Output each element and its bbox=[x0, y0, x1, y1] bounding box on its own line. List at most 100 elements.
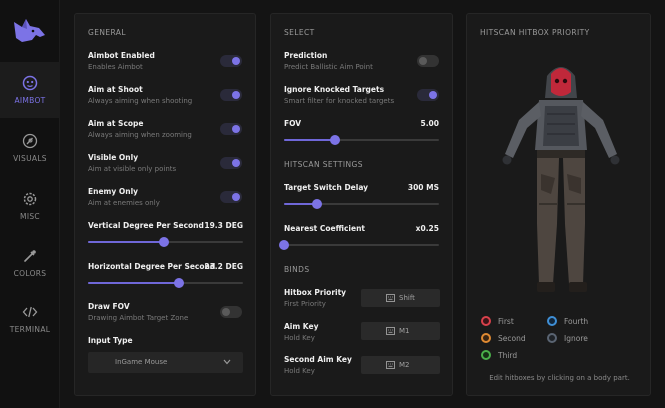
keyboard-icon bbox=[386, 327, 395, 335]
nav-label-aimbot: AIMBOT bbox=[14, 96, 46, 105]
ignore-knocked-toggle[interactable] bbox=[417, 89, 439, 101]
legend-dot bbox=[547, 333, 557, 343]
hitbox-panel: HITSCAN HITBOX PRIORITY First Fourth Sec… bbox=[466, 13, 651, 396]
nav-aimbot[interactable]: AIMBOT bbox=[0, 62, 60, 118]
setting-visible-only: Visible Only Aim at visible only points bbox=[88, 153, 176, 173]
horizontal-degree-slider[interactable] bbox=[88, 278, 243, 288]
setting-subtitle: Aim at visible only points bbox=[88, 165, 177, 173]
target-switch-delay-label: Target Switch Delay bbox=[284, 183, 369, 192]
select-panel: SELECT Prediction Predict Ballistic Aim … bbox=[270, 13, 453, 396]
bind-aim-key: Aim Key Hold Key bbox=[284, 322, 318, 342]
legend-label: Third bbox=[498, 351, 518, 360]
fov-slider[interactable] bbox=[284, 135, 439, 145]
setting-prediction: Prediction Predict Ballistic Aim Point bbox=[284, 51, 373, 71]
eyedropper-icon bbox=[24, 250, 36, 262]
slider-thumb[interactable] bbox=[279, 240, 289, 250]
nav-label-misc: MISC bbox=[20, 212, 40, 221]
aimbot-face-icon bbox=[22, 75, 38, 91]
keyboard-icon bbox=[386, 361, 395, 369]
bind-title: Hitbox Priority bbox=[284, 288, 347, 297]
visuals-eye-icon bbox=[22, 133, 38, 149]
slider-fill bbox=[88, 241, 164, 243]
setting-subtitle: Predict Ballistic Aim Point bbox=[284, 63, 373, 71]
legend-dot bbox=[547, 316, 557, 326]
slider-thumb[interactable] bbox=[174, 278, 185, 288]
nearest-coefficient-value: x0.25 bbox=[415, 224, 439, 233]
setting-subtitle: Aim at enemies only bbox=[88, 199, 160, 207]
legend-label: First bbox=[498, 317, 514, 326]
nav-misc[interactable]: MISC bbox=[0, 178, 60, 234]
key-label: M2 bbox=[399, 361, 410, 369]
toggle-knob bbox=[232, 57, 240, 65]
prediction-toggle[interactable] bbox=[417, 55, 439, 67]
slider-thumb[interactable] bbox=[330, 135, 341, 145]
keyboard-icon bbox=[386, 294, 395, 302]
slider-fill bbox=[88, 282, 180, 284]
aim-at-scope-toggle[interactable] bbox=[220, 123, 242, 135]
setting-title: Draw FOV bbox=[88, 302, 130, 311]
toggle-knob bbox=[222, 308, 230, 316]
nav-colors[interactable]: COLORS bbox=[0, 235, 60, 291]
nav-label-terminal: TERMINAL bbox=[9, 325, 51, 334]
nav-terminal[interactable]: TERMINAL bbox=[0, 291, 60, 347]
soldier-model bbox=[502, 67, 620, 292]
visible-only-toggle[interactable] bbox=[220, 157, 242, 169]
input-type-dropdown[interactable]: InGame Mouse bbox=[88, 352, 243, 373]
fov-value: 5.00 bbox=[420, 119, 439, 128]
setting-aim-at-shoot: Aim at Shoot Always aiming when shooting bbox=[88, 85, 192, 105]
aim-at-shoot-toggle[interactable] bbox=[220, 89, 242, 101]
nearest-coefficient-label: Nearest Coefficient bbox=[284, 224, 366, 233]
aimbot-enabled-toggle[interactable] bbox=[220, 55, 242, 67]
input-type-label: Input Type bbox=[88, 336, 133, 345]
setting-subtitle: Enables Aimbot bbox=[88, 63, 143, 71]
legend-label: Ignore bbox=[564, 334, 588, 343]
toggle-knob bbox=[429, 91, 437, 99]
setting-title: Ignore Knocked Targets bbox=[284, 85, 385, 94]
nav-visuals[interactable]: VISUALS bbox=[0, 120, 60, 176]
setting-subtitle: Smart filter for knocked targets bbox=[284, 97, 395, 105]
chevron-down-icon bbox=[223, 359, 231, 365]
setting-title: Enemy Only bbox=[88, 187, 139, 196]
hitbox-torso[interactable] bbox=[535, 100, 587, 150]
code-brackets-icon bbox=[22, 306, 38, 318]
enemy-only-toggle[interactable] bbox=[220, 191, 242, 203]
aim-key-button[interactable]: M1 bbox=[361, 322, 440, 340]
target-switch-delay-slider[interactable] bbox=[284, 199, 439, 209]
legend-dot bbox=[481, 350, 491, 360]
select-heading: SELECT bbox=[284, 28, 315, 37]
nav-label-visuals: VISUALS bbox=[13, 154, 47, 163]
sidebar: AIMBOT VISUALS MISC COLORS TERMINAL bbox=[0, 0, 60, 408]
nearest-coefficient-slider[interactable] bbox=[279, 240, 439, 250]
fov-label: FOV bbox=[284, 119, 302, 128]
toggle-knob bbox=[419, 57, 427, 65]
general-heading: GENERAL bbox=[88, 28, 126, 37]
setting-aim-at-scope: Aim at Scope Always aiming when zooming bbox=[88, 119, 192, 139]
hitbox-hint: Edit hitboxes by clicking on a body part… bbox=[489, 374, 630, 382]
setting-title: Aimbot Enabled bbox=[88, 51, 155, 60]
toggle-knob bbox=[232, 193, 240, 201]
horizontal-degree-value: 23.2 DEG bbox=[204, 262, 243, 271]
draw-fov-toggle[interactable] bbox=[220, 306, 242, 318]
hitbox-heading: HITSCAN HITBOX PRIORITY bbox=[480, 28, 590, 37]
legend-dot bbox=[481, 333, 491, 343]
legend-dot bbox=[481, 316, 491, 326]
second-aim-key-button[interactable]: M2 bbox=[361, 356, 440, 374]
wolf-logo-icon bbox=[14, 19, 45, 42]
setting-title: Aim at Scope bbox=[88, 119, 144, 128]
vertical-degree-slider[interactable] bbox=[88, 237, 243, 247]
slider-thumb[interactable] bbox=[158, 237, 169, 247]
nav-label-colors: COLORS bbox=[13, 269, 47, 278]
hitbox-priority-key-button[interactable]: Shift bbox=[361, 289, 440, 307]
setting-ignore-knocked: Ignore Knocked Targets Smart filter for … bbox=[284, 85, 394, 105]
setting-enemy-only: Enemy Only Aim at enemies only bbox=[88, 187, 160, 207]
target-switch-delay-value: 300 MS bbox=[407, 183, 439, 192]
setting-title: Visible Only bbox=[88, 153, 139, 162]
legend-label: Fourth bbox=[564, 317, 589, 326]
setting-aimbot-enabled: Aimbot Enabled Enables Aimbot bbox=[88, 51, 155, 71]
setting-subtitle: Drawing Aimbot Target Zone bbox=[88, 314, 189, 322]
bind-title: Second Aim Key bbox=[284, 355, 352, 364]
hitbox-legs[interactable] bbox=[537, 158, 587, 292]
slider-thumb[interactable] bbox=[311, 199, 322, 209]
bind-hitbox-priority: Hitbox Priority First Priority bbox=[284, 288, 346, 308]
setting-subtitle: Always aiming when shooting bbox=[88, 97, 193, 105]
